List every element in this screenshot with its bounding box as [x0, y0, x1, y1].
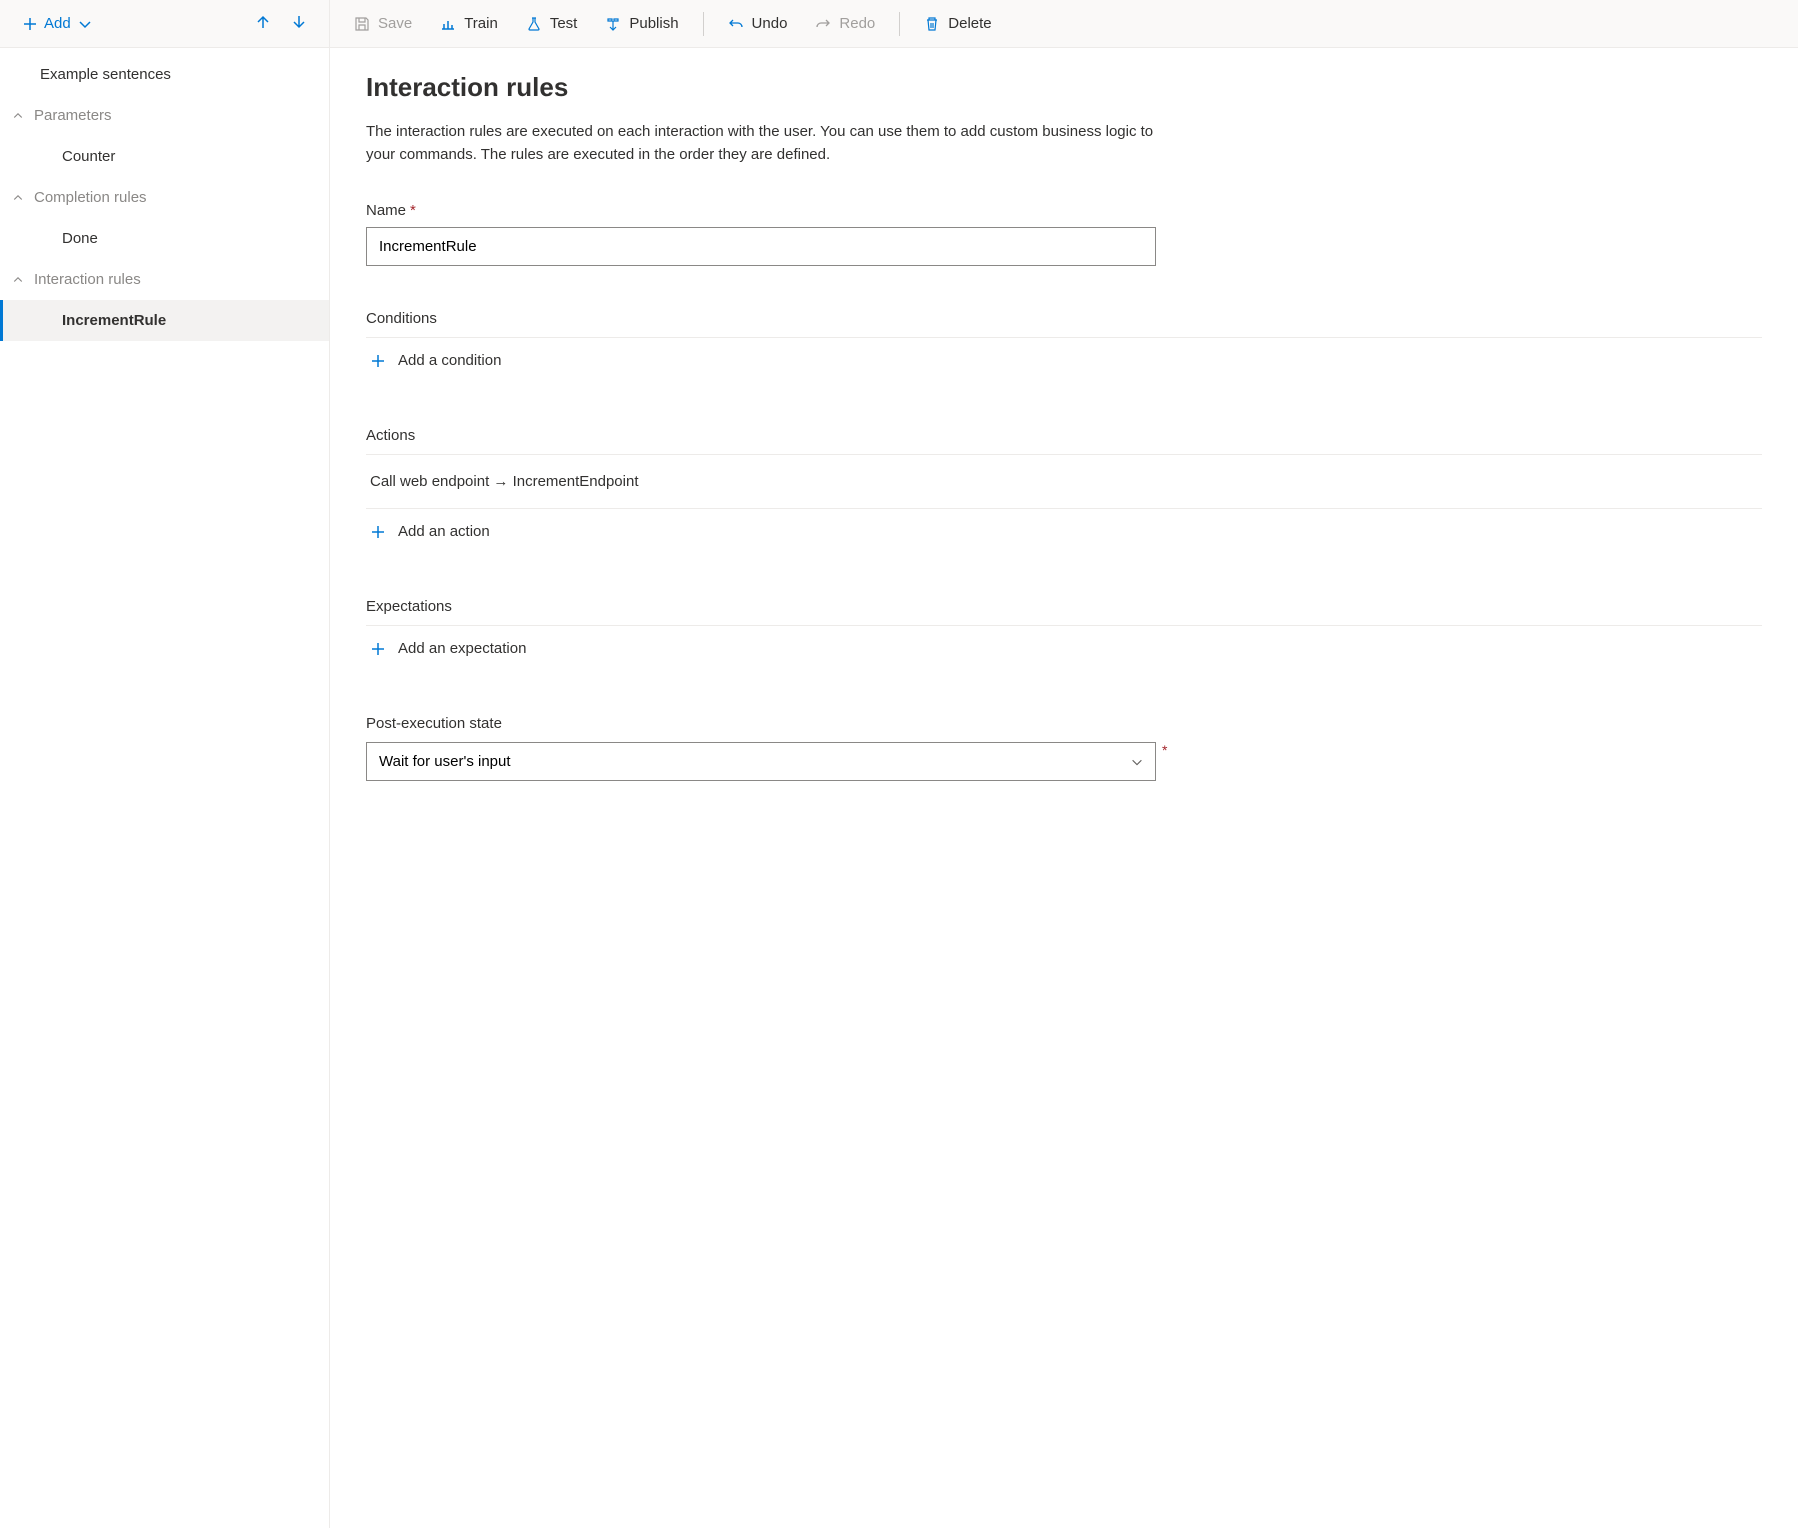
- tree-item-increment-rule[interactable]: IncrementRule: [0, 300, 329, 341]
- chevron-up-icon: [12, 110, 24, 122]
- move-down-button[interactable]: [281, 8, 317, 39]
- name-input[interactable]: [366, 227, 1156, 266]
- undo-icon: [728, 16, 744, 32]
- required-asterisk: *: [410, 202, 416, 219]
- redo-label: Redo: [839, 15, 875, 32]
- publish-label: Publish: [629, 15, 678, 32]
- tree-header-label: Parameters: [34, 107, 112, 124]
- toolbar-separator: [899, 12, 900, 36]
- add-condition-button[interactable]: Add a condition: [366, 338, 505, 383]
- save-icon: [354, 16, 370, 32]
- move-up-button[interactable]: [245, 8, 281, 39]
- divider: [366, 337, 1762, 338]
- test-button[interactable]: Test: [514, 7, 590, 40]
- tree-header-parameters[interactable]: Parameters: [0, 95, 329, 136]
- content: Interaction rules The interaction rules …: [330, 48, 1798, 821]
- redo-button[interactable]: Redo: [803, 7, 887, 40]
- post-execution-select[interactable]: Wait for user's input: [366, 742, 1156, 781]
- post-execution-section: Post-execution state Wait for user's inp…: [366, 715, 1762, 781]
- add-action-label: Add an action: [398, 523, 490, 540]
- test-icon: [526, 16, 542, 32]
- plus-icon: [370, 641, 386, 657]
- add-expectation-button[interactable]: Add an expectation: [366, 626, 530, 671]
- sidebar-tree: Example sentences Parameters Counter Com…: [0, 48, 329, 341]
- chevron-down-icon: [77, 16, 93, 32]
- delete-button[interactable]: Delete: [912, 7, 1003, 40]
- actions-section: Actions Call web endpoint → IncrementEnd…: [366, 427, 1762, 554]
- publish-icon: [605, 16, 621, 32]
- toolbar-separator: [703, 12, 704, 36]
- delete-label: Delete: [948, 15, 991, 32]
- undo-button[interactable]: Undo: [716, 7, 800, 40]
- publish-button[interactable]: Publish: [593, 7, 690, 40]
- train-button[interactable]: Train: [428, 7, 510, 40]
- expectations-section: Expectations Add an expectation: [366, 598, 1762, 671]
- tree-header-completion-rules[interactable]: Completion rules: [0, 177, 329, 218]
- expectations-label: Expectations: [366, 598, 1762, 615]
- add-label: Add: [44, 15, 71, 32]
- add-condition-label: Add a condition: [398, 352, 501, 369]
- tree-header-label: Completion rules: [34, 189, 147, 206]
- tree-item-counter[interactable]: Counter: [0, 136, 329, 177]
- save-label: Save: [378, 15, 412, 32]
- arrow-up-icon: [255, 14, 271, 30]
- arrow-down-icon: [291, 14, 307, 30]
- main: Save Train Test Publish Undo Redo: [330, 0, 1798, 1528]
- plus-icon: [370, 353, 386, 369]
- sidebar: Add Example sentences Parameters Counter…: [0, 0, 330, 1528]
- required-asterisk: *: [1162, 742, 1167, 758]
- page-title: Interaction rules: [366, 72, 1762, 103]
- post-execution-label: Post-execution state: [366, 715, 1762, 732]
- actions-label: Actions: [366, 427, 1762, 444]
- add-expectation-label: Add an expectation: [398, 640, 526, 657]
- add-button[interactable]: Add: [12, 9, 103, 38]
- test-label: Test: [550, 15, 578, 32]
- undo-label: Undo: [752, 15, 788, 32]
- plus-icon: [22, 16, 38, 32]
- conditions-section: Conditions Add a condition: [366, 310, 1762, 383]
- chevron-up-icon: [12, 192, 24, 204]
- sidebar-toolbar: Add: [0, 0, 329, 48]
- page-description: The interaction rules are executed on ea…: [366, 121, 1186, 166]
- tree-header-interaction-rules[interactable]: Interaction rules: [0, 259, 329, 300]
- chevron-up-icon: [12, 274, 24, 286]
- redo-icon: [815, 16, 831, 32]
- tree-item-example-sentences[interactable]: Example sentences: [0, 54, 329, 95]
- divider: [366, 625, 1762, 626]
- save-button[interactable]: Save: [342, 7, 424, 40]
- train-icon: [440, 16, 456, 32]
- name-label-text: Name: [366, 202, 406, 219]
- tree-item-done[interactable]: Done: [0, 218, 329, 259]
- conditions-label: Conditions: [366, 310, 1762, 327]
- top-toolbar: Save Train Test Publish Undo Redo: [330, 0, 1798, 48]
- action-row[interactable]: Call web endpoint → IncrementEndpoint: [366, 455, 1762, 509]
- add-action-button[interactable]: Add an action: [366, 509, 494, 554]
- train-label: Train: [464, 15, 498, 32]
- tree-header-label: Interaction rules: [34, 271, 141, 288]
- plus-icon: [370, 524, 386, 540]
- delete-icon: [924, 16, 940, 32]
- name-label: Name *: [366, 202, 1762, 219]
